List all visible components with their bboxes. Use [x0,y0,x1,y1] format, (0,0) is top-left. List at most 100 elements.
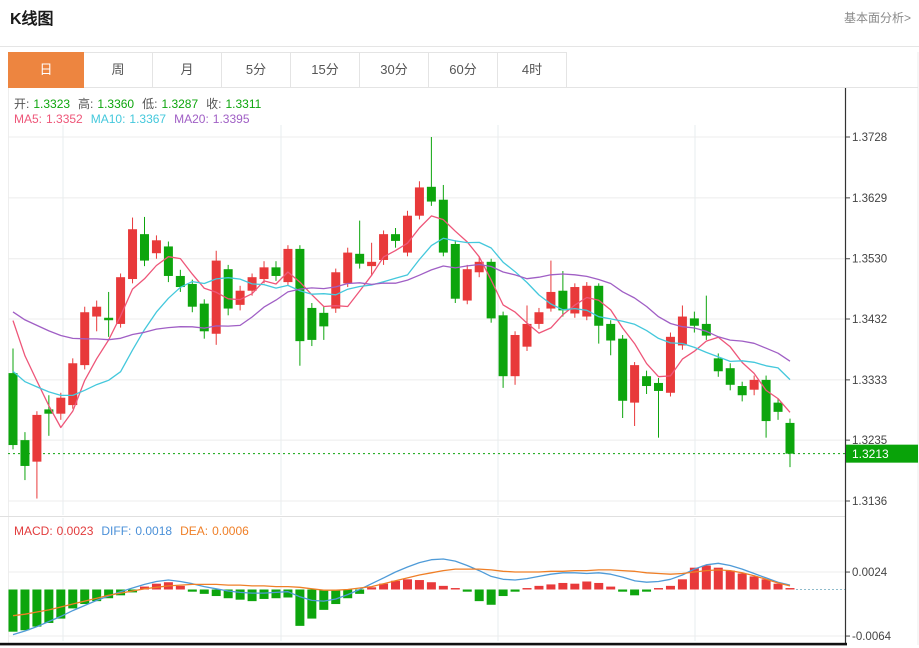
macd-bar [546,584,556,590]
macd-bar [630,589,640,596]
diff-line [12,558,791,636]
tab-30min[interactable]: 30分 [360,52,429,88]
ma20-legend: MA20: 1.3395 [174,112,253,126]
tabbar-filler [567,52,918,88]
y-axis-label: 1.3728 [852,132,887,144]
macd-bar [713,567,723,590]
macd-bar [20,589,30,631]
tab-60min[interactable]: 60分 [429,52,498,88]
candle-body [594,285,604,326]
dea-legend: DEA: 0.0006 [180,524,253,538]
macd-histogram [8,565,795,632]
candle-body [426,186,436,202]
macd-bar [749,576,759,590]
y-axis-label: 0.0024 [852,567,888,579]
y-axis-label: 1.3432 [852,314,887,326]
ma10-legend-label: MA10: [90,112,126,126]
x-axis [0,642,847,646]
candle-body [151,240,161,254]
ma5-legend-label: MA5: [14,112,43,126]
candle-body [785,422,795,454]
candle-body [510,334,520,377]
macd-legend: MACD: 0.0023 [14,524,97,538]
candle-body [271,267,281,276]
macd-bar [606,586,616,590]
ma10-legend: MA10: 1.3367 [91,112,170,126]
candle-body [498,315,508,377]
macd-bar [247,589,257,602]
ohlc-close-value: 1.3311 [225,97,262,111]
ohlc-low-value: 1.3287 [161,97,199,111]
dea-legend-label: DEA: [180,524,209,538]
candle-body [737,386,747,396]
ohlc-high-label: 高: [78,97,94,111]
candle-body [128,229,138,280]
tab-month[interactable]: 月 [153,52,222,88]
candle-body [307,307,317,340]
macd-bar [175,585,185,590]
dea-legend-value: 0.0006 [212,524,249,538]
ma5-legend-value: 1.3352 [46,112,83,126]
candle-body [713,358,723,372]
interval-tabbar: 日周月 5分 15分 30分 60分 4时 [8,52,918,88]
candle-body [749,379,759,390]
macd-bar [510,589,520,592]
ohlc-high-value: 1.3360 [97,97,135,111]
candle-body [618,338,628,401]
macd-bar [199,589,209,594]
candle-body [402,215,412,253]
candle-body [20,440,30,466]
candle-body [522,323,532,347]
candle-body [725,368,735,385]
macd-bar [785,588,795,590]
candle-body [187,283,197,307]
macd-bar [570,583,580,590]
candle-body [486,261,496,319]
candle-body [689,318,699,326]
candle-body [331,272,341,309]
y-axis-label: 1.3629 [852,193,887,205]
macd-bar [486,589,496,605]
ma20-legend-label: MA20: [174,112,209,126]
candle-body [8,373,18,446]
macd-bar [271,589,281,599]
macd-bar [558,582,568,590]
macd-bar [187,589,197,592]
y-axis-label: -0.0064 [852,631,892,643]
candle-body [211,260,221,334]
macd-bar [498,589,508,597]
ohlc-low-label: 低: [142,97,158,111]
tab-15min[interactable]: 15分 [291,52,360,88]
tab-day[interactable]: 日 [8,52,84,88]
macd-bar [737,573,747,590]
macd-bar [402,579,412,590]
candle-body [438,199,448,253]
y-axis-label: 1.3530 [852,254,887,266]
ohlc-legend: 开: 1.3323 高: 1.3360 低: 1.3287 收: 1.3311 [14,95,269,112]
macd-bar [594,582,604,590]
ohlc-open: 开: 1.3323 [14,97,74,111]
ohlc-high: 高: 1.3360 [78,97,138,111]
candle-body [773,402,783,412]
diff-legend-label: DIFF: [101,524,132,538]
candle-body [92,306,102,317]
candle-body [665,336,675,393]
page-title: K线图 [10,11,54,28]
tab-4hour[interactable]: 4时 [498,52,567,88]
macd-bar [367,587,377,590]
fundamental-analysis-link[interactable]: 基本面分析> [844,9,911,26]
macd-bar [665,585,675,590]
macd-bar [534,585,544,590]
macd-bar [319,589,329,610]
ma20-legend-value: 1.3395 [212,112,250,126]
tab-5min[interactable]: 5分 [222,52,291,88]
macd-bar [582,581,592,590]
macd-bar [450,588,460,590]
ohlc-open-label: 开: [14,97,30,111]
macd-bar [259,589,269,599]
candle-body [642,376,652,387]
candle-body [259,267,269,280]
macd-bar [44,589,54,623]
candle-body [414,187,424,216]
tab-week[interactable]: 周 [84,52,153,88]
